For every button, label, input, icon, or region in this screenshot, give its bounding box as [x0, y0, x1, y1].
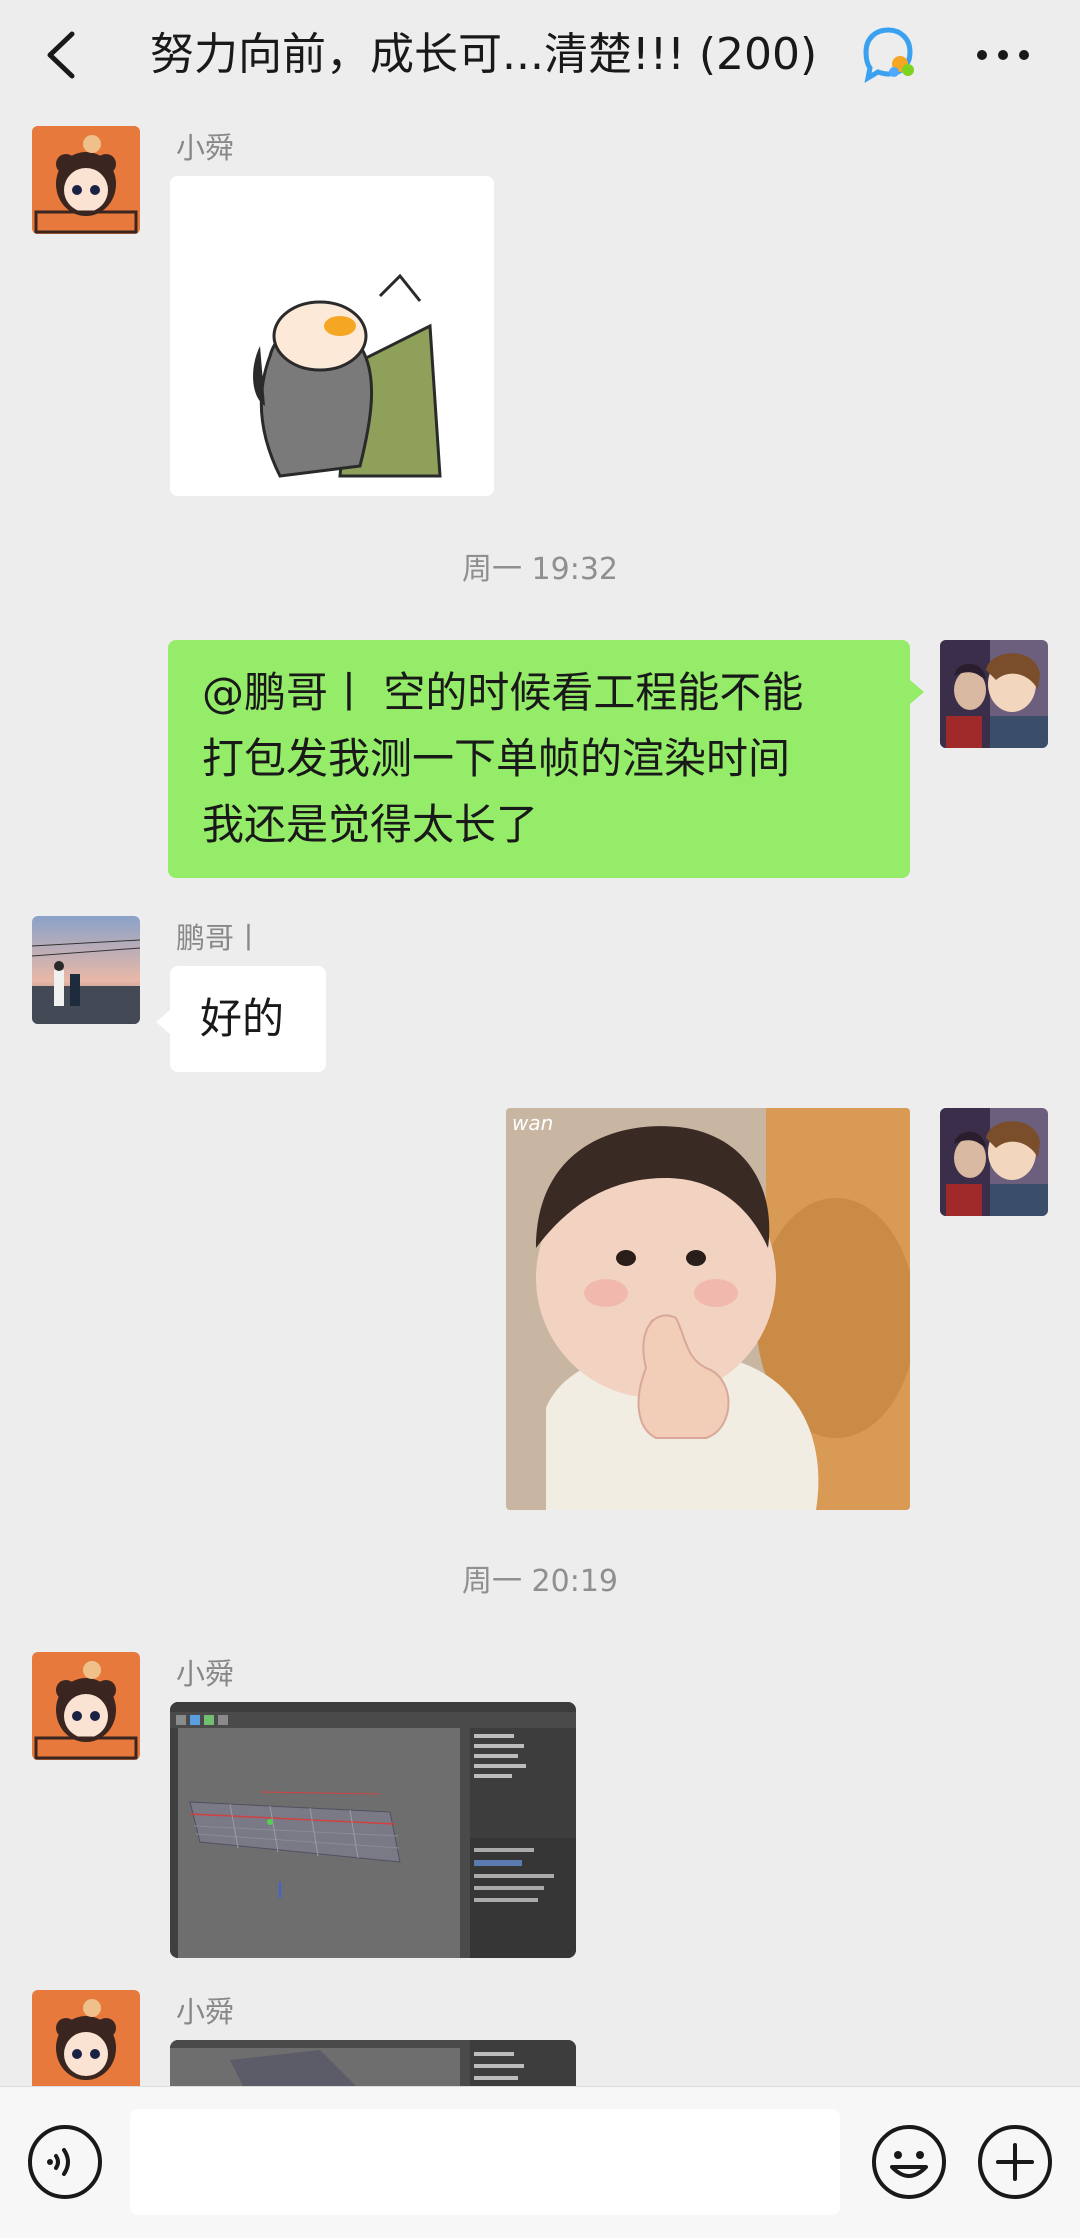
chat-title: 努力向前，成长可...清楚!!! (200)	[150, 29, 818, 80]
message-line: @鹏哥丨 空的时候看工程能不能	[202, 668, 804, 717]
timestamp: 周一 19:32	[462, 552, 618, 587]
sender-name: 小舜	[176, 1657, 235, 1691]
input-bar	[0, 2086, 1080, 2238]
image-message[interactable]	[170, 1702, 576, 1958]
sender-name: 小舜	[176, 1995, 235, 2029]
chevron-left-icon	[47, 31, 75, 79]
message-line: 我还是觉得太长了	[202, 800, 539, 849]
plus-icon	[978, 2125, 1052, 2199]
emoji-button[interactable]	[870, 2123, 948, 2201]
voice-button[interactable]	[26, 2123, 104, 2201]
sticker-message[interactable]: wan	[506, 1108, 910, 1510]
chat-header: 努力向前，成长可...清楚!!! (200)	[0, 0, 1080, 110]
message-text: 好的	[200, 994, 285, 1043]
avatar-xiaoshun[interactable]	[32, 1652, 140, 1760]
sticker-watermark: wan	[512, 1111, 553, 1135]
message-input[interactable]	[130, 2109, 840, 2215]
sender-name: 小舜	[176, 131, 235, 165]
bubble-tail	[910, 680, 924, 704]
sticker-man-eating-image	[170, 176, 494, 496]
my-message-bubble[interactable]: @鹏哥丨 空的时候看工程能不能 打包发我测一下单帧的渲染时间 我还是觉得太长了	[168, 640, 910, 878]
received-message-bubble[interactable]: 好的	[170, 966, 326, 1072]
avatar-me[interactable]	[940, 640, 1048, 748]
avatar-pengge[interactable]	[32, 916, 140, 1024]
sticker-baby-thumbs-up-image: wan	[506, 1108, 910, 1510]
timestamp: 周一 20:19	[462, 1564, 618, 1599]
more-functions-button[interactable]	[976, 2123, 1054, 2201]
sender-name: 鹏哥丨	[176, 921, 264, 955]
group-chat-icon[interactable]	[858, 26, 920, 84]
avatar-xiaoshun[interactable]	[32, 1990, 140, 2098]
more-options-button[interactable]	[968, 30, 1038, 80]
avatar-xiaoshun[interactable]	[32, 126, 140, 234]
sticker-message[interactable]	[170, 176, 494, 496]
voice-icon	[28, 2125, 102, 2199]
smiley-icon	[872, 2125, 946, 2199]
back-button[interactable]	[28, 20, 98, 90]
bubble-tail	[156, 1010, 170, 1034]
ellipsis-icon	[977, 50, 1029, 60]
avatar-me[interactable]	[940, 1108, 1048, 1216]
screenshot-3d-software-image	[170, 1702, 576, 1958]
message-line: 打包发我测一下单帧的渲染时间	[202, 734, 791, 783]
